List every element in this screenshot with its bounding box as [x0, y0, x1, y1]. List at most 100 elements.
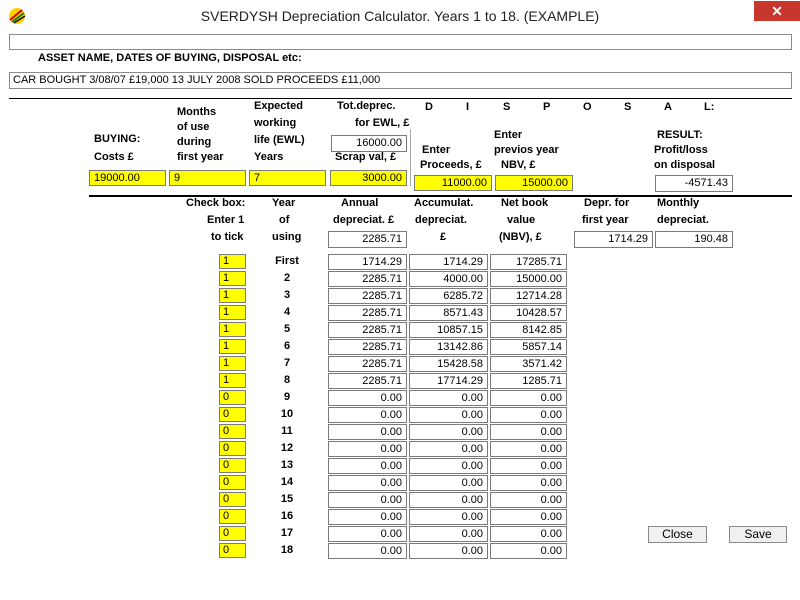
ewl-input[interactable]: 7 — [249, 170, 326, 186]
tick-checkbox-input[interactable]: 1 — [219, 339, 246, 354]
year-label: 8 — [283, 374, 291, 386]
accum-header-1: Accumulat. — [414, 197, 474, 209]
net-book-value-cell: 17285.71 — [490, 254, 567, 270]
months-label-3: during — [177, 136, 212, 148]
annual-depreciation-cell: 0.00 — [328, 543, 407, 559]
nbv-label-1: Enter — [494, 129, 523, 141]
buying-label: BUYING: — [94, 133, 141, 145]
net-book-value-cell: 12714.28 — [490, 288, 567, 304]
accumulated-depreciation-cell: 6285.72 — [409, 288, 488, 304]
accumulated-depreciation-cell: 0.00 — [409, 475, 488, 491]
net-book-value-cell: 5857.14 — [490, 339, 567, 355]
close-button[interactable]: Close — [648, 526, 707, 543]
annual-depreciation-cell: 0.00 — [328, 390, 407, 406]
first-year-header-1: Depr. for — [584, 197, 630, 209]
months-input[interactable]: 9 — [169, 170, 246, 186]
nbv-input[interactable]: 15000.00 — [495, 175, 573, 191]
tick-checkbox-input[interactable]: 0 — [219, 509, 246, 524]
tick-checkbox-input[interactable]: 0 — [219, 390, 246, 405]
annual-depreciation-cell: 0.00 — [328, 475, 407, 491]
tick-checkbox-input[interactable]: 1 — [219, 322, 246, 337]
costs-label: Costs £ — [94, 151, 134, 163]
tick-checkbox-input[interactable]: 0 — [219, 492, 246, 507]
tick-checkbox-input[interactable]: 1 — [219, 305, 246, 320]
asset-input[interactable]: CAR BOUGHT 3/08/07 £19,000 13 JULY 2008 … — [9, 72, 792, 89]
annual-header-1: Annual — [341, 197, 379, 209]
year-label: 13 — [280, 459, 294, 471]
window-close-icon[interactable]: ✕ — [754, 1, 800, 21]
annual-depreciation-cell: 0.00 — [328, 441, 407, 457]
tick-checkbox-input[interactable]: 0 — [219, 424, 246, 439]
first-year-depreciation-value: 1714.29 — [574, 231, 653, 248]
divider — [9, 98, 792, 99]
accumulated-depreciation-cell: 0.00 — [409, 424, 488, 440]
accumulated-depreciation-cell: 0.00 — [409, 458, 488, 474]
tick-checkbox-input[interactable]: 1 — [219, 254, 246, 269]
year-label: 10 — [280, 408, 294, 420]
annual-depreciation-cell: 0.00 — [328, 424, 407, 440]
year-label: 2 — [283, 272, 291, 284]
annual-depreciation-cell: 0.00 — [328, 458, 407, 474]
net-book-value-cell: 0.00 — [490, 526, 567, 542]
monthly-depreciation-value: 190.48 — [655, 231, 733, 248]
tick-checkbox-input[interactable]: 1 — [219, 356, 246, 371]
proceeds-label-2: Proceeds, £ — [420, 159, 482, 171]
scrap-input[interactable]: 3000.00 — [330, 170, 407, 186]
year-label: 6 — [283, 340, 291, 352]
accumulated-depreciation-cell: 1714.29 — [409, 254, 488, 270]
ewl-label-1: Expected — [254, 100, 303, 112]
totdep-label-1: Tot.deprec. — [337, 100, 396, 112]
vertical-divider — [410, 129, 411, 186]
proceeds-input[interactable]: 11000.00 — [414, 175, 492, 191]
tick-checkbox-input[interactable]: 0 — [219, 475, 246, 490]
ewl-label-4: Years — [254, 151, 284, 163]
tick-checkbox-input[interactable]: 0 — [219, 441, 246, 456]
tick-checkbox-input[interactable]: 0 — [219, 458, 246, 473]
tick-checkbox-input[interactable]: 1 — [219, 288, 246, 303]
accum-header-3: £ — [440, 231, 447, 243]
disposal-letter: P — [543, 101, 551, 113]
year-label: 14 — [280, 476, 294, 488]
nbv-label-2: previos year — [494, 144, 559, 156]
tick-checkbox-input[interactable]: 0 — [219, 543, 246, 558]
annual-depreciation-cell: 0.00 — [328, 407, 407, 423]
asset-label: ASSET NAME, DATES OF BUYING, DISPOSAL et… — [38, 52, 302, 64]
tick-checkbox-input[interactable]: 1 — [219, 271, 246, 286]
annual-depreciation-cell: 2285.71 — [328, 356, 407, 372]
costs-input[interactable]: 19000.00 — [89, 170, 166, 186]
annual-depreciation-cell: 0.00 — [328, 509, 407, 525]
result-label-3: on disposal — [654, 159, 716, 171]
annual-depreciation-cell: 2285.71 — [328, 288, 407, 304]
annual-depreciation-cell: 0.00 — [328, 526, 407, 542]
monthly-header-1: Monthly — [657, 197, 700, 209]
net-book-value-cell: 0.00 — [490, 424, 567, 440]
months-label-1: Months — [177, 106, 217, 118]
accumulated-depreciation-cell: 13142.86 — [409, 339, 488, 355]
tick-checkbox-input[interactable]: 1 — [219, 373, 246, 388]
accumulated-depreciation-cell: 0.00 — [409, 543, 488, 559]
net-book-value-cell: 3571.42 — [490, 356, 567, 372]
save-button[interactable]: Save — [729, 526, 787, 543]
monthly-header-2: depreciat. — [657, 214, 709, 226]
result-label-2: Profit/loss — [654, 144, 708, 156]
year-label: 15 — [280, 493, 294, 505]
accumulated-depreciation-cell: 4000.00 — [409, 271, 488, 287]
disposal-letter: A — [664, 101, 672, 113]
tick-checkbox-input[interactable]: 0 — [219, 407, 246, 422]
title-bar: SVERDYSH Depreciation Calculator. Years … — [0, 0, 800, 32]
accumulated-depreciation-cell: 17714.29 — [409, 373, 488, 389]
top-text-input[interactable] — [9, 34, 792, 50]
net-book-value-cell: 0.00 — [490, 475, 567, 491]
year-label: 16 — [280, 510, 294, 522]
year-label: 4 — [283, 306, 291, 318]
checkbox-header-2: Enter 1 — [207, 214, 245, 226]
accumulated-depreciation-cell: 0.00 — [409, 441, 488, 457]
tick-checkbox-input[interactable]: 0 — [219, 526, 246, 541]
year-label: 9 — [283, 391, 291, 403]
months-label-2: of use — [177, 121, 210, 133]
totdep-label-2: for EWL, £ — [355, 117, 410, 129]
result-label-1: RESULT: — [657, 129, 703, 141]
accumulated-depreciation-cell: 0.00 — [409, 492, 488, 508]
accumulated-depreciation-cell: 15428.58 — [409, 356, 488, 372]
ewl-label-3: life (EWL) — [254, 134, 305, 146]
